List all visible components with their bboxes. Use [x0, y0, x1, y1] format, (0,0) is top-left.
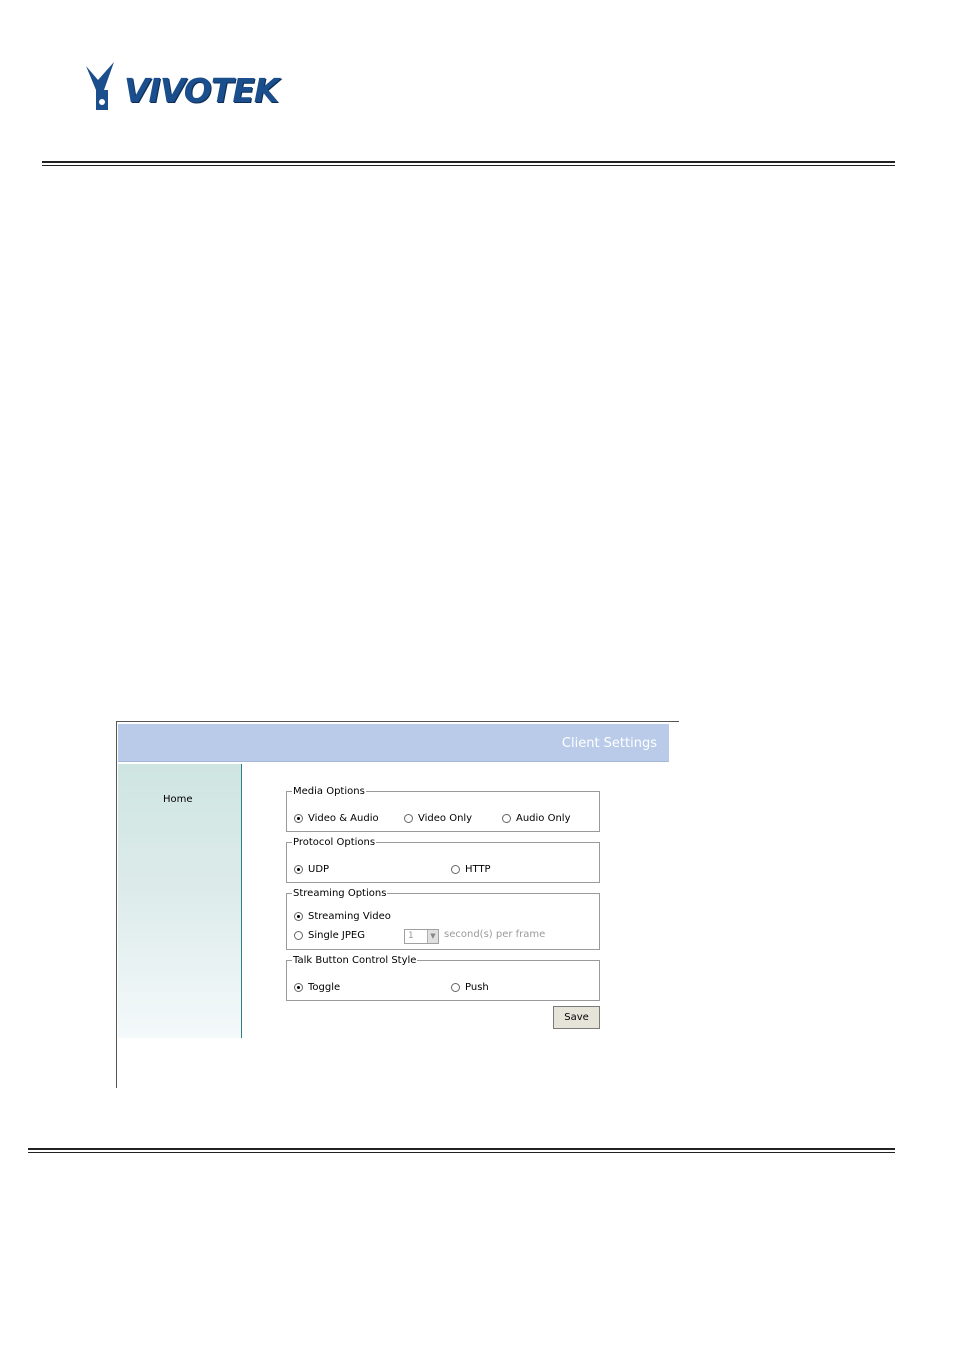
sidebar: Home	[118, 764, 242, 1038]
streaming-options-group: Streaming Options Streaming Video Single…	[286, 888, 600, 950]
talk-option-label: Toggle	[308, 982, 341, 993]
client-settings-panel: Client Settings Home Media Options Video…	[116, 721, 679, 1088]
protocol-options-legend: Protocol Options	[293, 837, 376, 848]
streaming-option-label: Streaming Video	[308, 911, 391, 922]
media-option-video-only[interactable]: Video Only	[404, 813, 472, 824]
frame-border-top	[116, 721, 679, 722]
streaming-options-legend: Streaming Options	[293, 888, 387, 899]
media-options-legend: Media Options	[293, 786, 365, 797]
protocol-option-udp[interactable]: UDP	[294, 864, 329, 875]
radio-checked-icon[interactable]	[294, 912, 303, 921]
protocol-option-label: UDP	[308, 864, 330, 875]
streaming-option-video[interactable]: Streaming Video	[294, 911, 391, 922]
radio-checked-icon[interactable]	[294, 983, 303, 992]
save-button[interactable]: Save	[553, 1006, 600, 1029]
streaming-option-single-jpeg[interactable]: Single JPEG	[294, 930, 365, 941]
streaming-option-label: Single JPEG	[308, 930, 365, 941]
page-title: Client Settings	[561, 736, 657, 751]
logo-text: VIVOTEK	[124, 71, 279, 110]
talk-button-style-legend: Talk Button Control Style	[293, 955, 417, 966]
protocol-option-http[interactable]: HTTP	[451, 864, 491, 875]
chevron-down-icon[interactable]: ▼	[427, 930, 438, 943]
radio-checked-icon[interactable]	[294, 814, 303, 823]
protocol-option-label: HTTP	[465, 864, 491, 875]
talk-option-toggle[interactable]: Toggle	[294, 982, 340, 993]
media-options-group: Media Options Video & Audio Video Only A…	[286, 786, 600, 832]
jpeg-interval-value: 1	[408, 931, 414, 941]
talk-option-push[interactable]: Push	[451, 982, 489, 993]
radio-unchecked-icon[interactable]	[451, 983, 460, 992]
camera-logo-icon	[86, 62, 114, 110]
protocol-options-group: Protocol Options UDP HTTP	[286, 837, 600, 883]
jpeg-interval-unit: second(s) per frame	[444, 929, 546, 940]
media-option-label: Video & Audio	[308, 813, 379, 824]
talk-option-label: Push	[465, 982, 489, 993]
sidebar-item-home[interactable]: Home	[163, 794, 193, 805]
radio-unchecked-icon[interactable]	[294, 931, 303, 940]
page-rule-top	[42, 161, 895, 166]
page-rule-bottom	[28, 1148, 895, 1153]
media-option-label: Audio Only	[516, 813, 571, 824]
radio-checked-icon[interactable]	[294, 865, 303, 874]
radio-unchecked-icon[interactable]	[502, 814, 511, 823]
frame-border-left	[116, 721, 117, 1088]
media-option-label: Video Only	[418, 813, 473, 824]
radio-unchecked-icon[interactable]	[404, 814, 413, 823]
media-option-audio-only[interactable]: Audio Only	[502, 813, 571, 824]
header-bar: Client Settings	[118, 724, 669, 762]
jpeg-interval-select[interactable]: 1 ▼	[404, 929, 439, 944]
radio-unchecked-icon[interactable]	[451, 865, 460, 874]
vivotek-logo: VIVOTEK	[84, 60, 294, 112]
talk-button-style-group: Talk Button Control Style Toggle Push	[286, 955, 600, 1001]
media-option-video-audio[interactable]: Video & Audio	[294, 813, 379, 824]
